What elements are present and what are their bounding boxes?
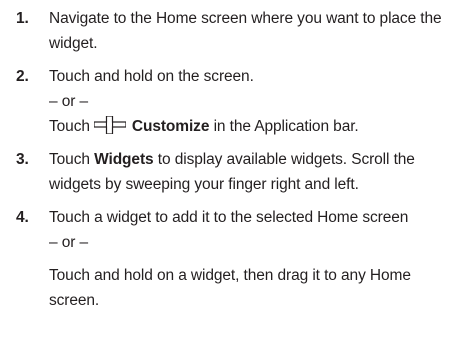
step-text-touch: Touch xyxy=(49,118,90,135)
step-3: 3. Touch Widgets to display available wi… xyxy=(0,147,470,197)
step-text-tail: in the Application bar. xyxy=(213,118,359,135)
step-number: 1. xyxy=(16,10,29,27)
or-separator: – or – xyxy=(49,93,89,110)
step-1: 1. Navigate to the Home screen where you… xyxy=(0,6,470,56)
step-text: widget. xyxy=(49,35,98,52)
step-text-touch: Touch xyxy=(49,151,90,168)
step-number: 4. xyxy=(16,209,29,226)
instruction-steps: 1. Navigate to the Home screen where you… xyxy=(0,0,470,309)
step-text: Touch Customize in the Application bar. xyxy=(49,114,470,139)
step-text: Touch and hold on a widget, then drag it… xyxy=(49,267,411,284)
step-number: 3. xyxy=(16,151,29,168)
step-number: 2. xyxy=(16,68,29,85)
step-text: Touch and hold on the screen. xyxy=(49,68,254,85)
widgets-label: Widgets xyxy=(94,151,154,168)
step-text: widgets by sweeping your finger right an… xyxy=(49,176,359,193)
plus-icon xyxy=(93,116,126,134)
step-2: 2. Touch and hold on the screen. – or – … xyxy=(0,64,470,139)
customize-label: Customize xyxy=(131,118,210,135)
or-separator: – or – xyxy=(49,234,89,251)
step-text: Navigate to the Home screen where you wa… xyxy=(49,10,442,27)
step-text: Touch a widget to add it to the selected… xyxy=(49,209,409,226)
step-text: Touch Widgets to display available widge… xyxy=(49,147,470,172)
step-4: 4. Touch a widget to add it to the selec… xyxy=(0,205,470,313)
step-text: screen. xyxy=(49,292,100,309)
step-text-rest: to display available widgets. Scroll the xyxy=(157,151,415,168)
